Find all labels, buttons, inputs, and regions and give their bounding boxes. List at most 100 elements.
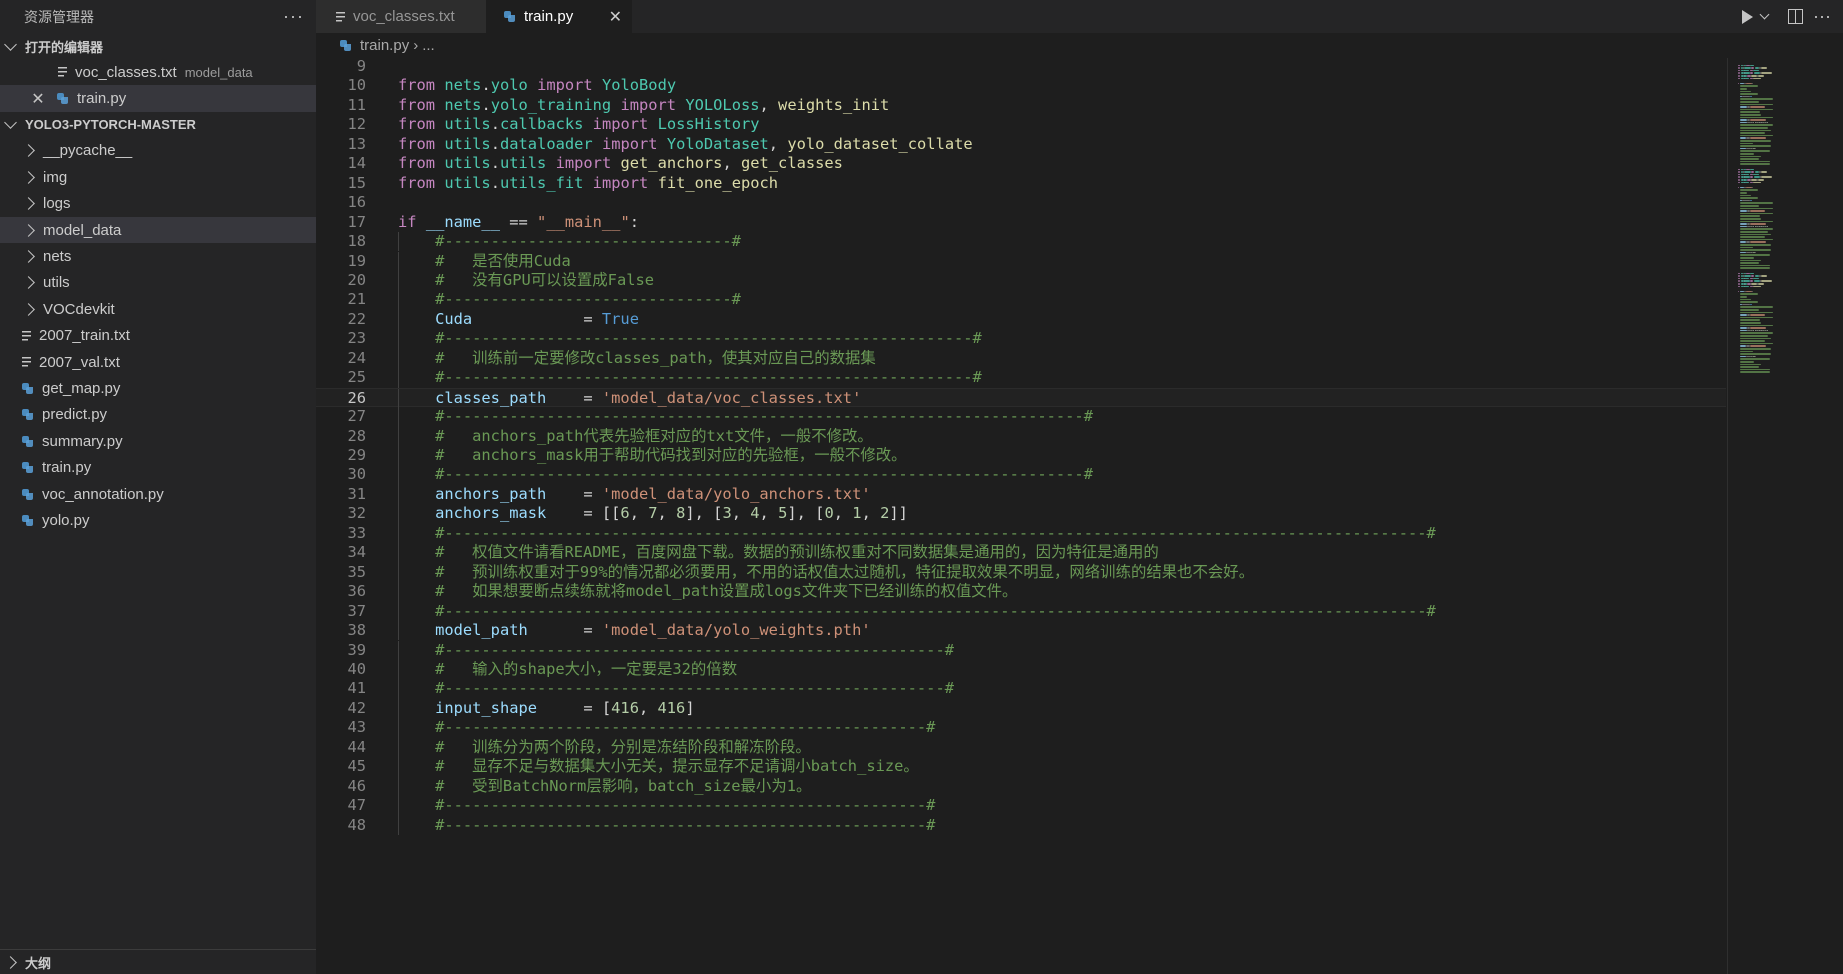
token-cmt: #---------------------------------------… bbox=[435, 601, 1436, 620]
minimap[interactable] bbox=[1738, 58, 1833, 458]
code-line[interactable]: 41 #------------------------------------… bbox=[316, 679, 1726, 699]
close-tab-icon[interactable]: ✕ bbox=[609, 7, 622, 27]
open-editor-train[interactable]: ✕ train.py bbox=[0, 85, 316, 112]
code-line[interactable]: 14 from utils.utils import get_anchors, g… bbox=[316, 154, 1726, 173]
breadcrumb-file[interactable]: train.py bbox=[360, 37, 409, 54]
code-line[interactable]: 42 input_shape = [416, 416] bbox=[316, 698, 1726, 719]
code-line[interactable]: 10 from nets.yolo import YoloBody bbox=[316, 76, 1726, 95]
code-line[interactable]: 18 #-------------------------------# bbox=[316, 232, 1726, 252]
file-voc-annotation-py[interactable]: voc_annotation.py bbox=[0, 481, 316, 507]
folder-vocdevkit[interactable]: VOCdevkit bbox=[0, 296, 316, 322]
code-line[interactable]: 26 classes_path = 'model_data/voc_classe… bbox=[316, 387, 1726, 409]
code-line[interactable]: 39 #------------------------------------… bbox=[316, 640, 1726, 660]
folder-utils[interactable]: utils bbox=[0, 270, 316, 296]
file-train-py[interactable]: train.py bbox=[0, 454, 316, 480]
code-line[interactable]: 16 bbox=[316, 193, 1726, 212]
code-line[interactable]: 38 model_path = 'model_data/yolo_weights… bbox=[316, 621, 1726, 641]
tab-train[interactable]: train.py ✕ bbox=[486, 0, 632, 33]
file-2007-train-txt[interactable]: 2007_train.txt bbox=[0, 323, 316, 349]
file-summary-py[interactable]: summary.py bbox=[0, 428, 316, 454]
minimap-line bbox=[1738, 186, 1740, 189]
code-line[interactable]: 9 bbox=[316, 58, 1726, 76]
code-line[interactable]: 33 #------------------------------------… bbox=[316, 523, 1726, 544]
code-line[interactable]: 19 # 是否使用Cuda bbox=[316, 251, 1726, 271]
token-fn: get_anchors bbox=[620, 154, 723, 173]
folder-logs[interactable]: logs bbox=[0, 191, 316, 217]
minimap-line bbox=[1740, 319, 1760, 321]
code-text: #---------------------------------------… bbox=[398, 524, 1436, 543]
folder-model-data[interactable]: model_data bbox=[0, 216, 316, 244]
minimap-line bbox=[1753, 277, 1760, 280]
minimap-line bbox=[1738, 179, 1741, 181]
close-icon[interactable]: ✕ bbox=[29, 89, 47, 109]
code-line[interactable]: 37 #------------------------------------… bbox=[316, 601, 1726, 622]
folder--pycache-[interactable]: __pycache__ bbox=[0, 138, 316, 164]
code-text: from utils.callbacks import LossHistory bbox=[398, 115, 760, 134]
minimap-line bbox=[1740, 90, 1751, 93]
more-actions-icon[interactable]: ··· bbox=[283, 6, 304, 27]
line-number: 33 bbox=[347, 523, 366, 542]
minimap-line bbox=[1740, 212, 1774, 215]
code-line[interactable]: 21 #-------------------------------# bbox=[316, 290, 1726, 310]
code-line[interactable]: 29 # anchors_mask用于帮助代码找到对应的先验框，一般不修改。 bbox=[316, 446, 1726, 466]
code-line[interactable]: 44 # 训练分为两个阶段，分别是冻结阶段和解冻阶段。 bbox=[316, 737, 1726, 758]
code-line[interactable]: 13 from utils.dataloader import YoloDatas… bbox=[316, 135, 1726, 154]
code-line[interactable]: 23 #------------------------------------… bbox=[316, 329, 1726, 349]
tab-voc-classes[interactable]: voc_classes.txt bbox=[316, 0, 486, 33]
code-line[interactable]: 22 Cuda = True bbox=[316, 309, 1726, 330]
minimap-line bbox=[1740, 267, 1770, 269]
code-line[interactable]: 11 from nets.yolo_training import YOLOLos… bbox=[316, 96, 1726, 115]
code-line[interactable]: 12 from utils.callbacks import LossHistor… bbox=[316, 115, 1726, 134]
open-editors-section[interactable]: 打开的编辑器 bbox=[0, 33, 316, 59]
code-text: #---------------------------------------… bbox=[398, 368, 982, 387]
code-text: # 受到BatchNorm层影响，batch_size最小为1。 bbox=[398, 777, 811, 796]
code-line[interactable]: 31 anchors_path = 'model_data/yolo_ancho… bbox=[316, 484, 1726, 505]
code-line[interactable]: 47 #------------------------------------… bbox=[316, 796, 1726, 816]
code-line[interactable]: 17 if __name__ == "__main__": bbox=[316, 213, 1726, 232]
code-line[interactable]: 15 from utils.utils_fit import fit_one_ep… bbox=[316, 174, 1726, 193]
minimap-line bbox=[1740, 207, 1773, 210]
outline-section[interactable]: 大纲 bbox=[0, 949, 316, 974]
folder-img[interactable]: img bbox=[0, 164, 316, 190]
line-number: 23 bbox=[347, 329, 366, 348]
token-str: 'model_data/yolo_weights.pth' bbox=[601, 621, 871, 640]
token-num: 0 bbox=[824, 504, 834, 523]
code-line[interactable]: 20 # 没有GPU可以设置成False bbox=[316, 270, 1726, 291]
chevron-down-icon[interactable] bbox=[1759, 9, 1770, 20]
code-line[interactable]: 36 # 如果想要断点续练就将model_path设置成logs文件夹下已经训练… bbox=[316, 582, 1726, 602]
file-yolo-py[interactable]: yolo.py bbox=[0, 507, 316, 533]
code-line[interactable]: 25 #------------------------------------… bbox=[316, 368, 1726, 388]
project-section[interactable]: YOLO3-PYTORCH-MASTER bbox=[0, 112, 316, 138]
code-line[interactable]: 27 #------------------------------------… bbox=[316, 407, 1726, 427]
more-actions-icon[interactable]: ··· bbox=[1813, 6, 1831, 27]
code-line[interactable]: 46 # 受到BatchNorm层影响，batch_size最小为1。 bbox=[316, 776, 1726, 797]
minimap-line bbox=[1740, 205, 1760, 207]
code-line[interactable]: 35 # 预训练权重对于99%的情况都必须要用，不用的话权值太过随机，特征提取效… bbox=[316, 562, 1726, 583]
code-line[interactable]: 40 # 输入的shape大小，一定要是32的倍数 bbox=[316, 659, 1726, 680]
code-line[interactable]: 28 # anchors_path代表先验框对应的txt文件，一般不修改。 bbox=[316, 426, 1726, 446]
folder-nets[interactable]: nets bbox=[0, 243, 316, 269]
minimap-line bbox=[1738, 77, 1741, 80]
code-line[interactable]: 30 #------------------------------------… bbox=[316, 465, 1726, 485]
code-line[interactable]: 45 # 显存不足与数据集大小无关，提示显存不足请调小batch_size。 bbox=[316, 757, 1726, 777]
code-editor[interactable]: 9 10 from nets.yolo import YoloBody 11 from … bbox=[316, 58, 1843, 974]
code-line[interactable]: 43 #------------------------------------… bbox=[316, 718, 1726, 738]
code-line[interactable]: 24 # 训练前一定要修改classes_path，使其对应自己的数据集 bbox=[316, 348, 1726, 369]
file-get-map-py[interactable]: get_map.py bbox=[0, 375, 316, 401]
file-2007-val-txt[interactable]: 2007_val.txt bbox=[0, 349, 316, 375]
code-line[interactable]: 32 anchors_mask = [[6, 7, 8], [3, 4, 5],… bbox=[316, 504, 1726, 524]
minimap-line bbox=[1753, 173, 1760, 176]
open-editor-voc-classes[interactable]: voc_classes.txt model_data bbox=[0, 59, 316, 85]
file-predict-py[interactable]: predict.py bbox=[0, 402, 316, 428]
minimap-line bbox=[1740, 189, 1759, 191]
code-line[interactable]: 48 #------------------------------------… bbox=[316, 815, 1726, 835]
breadcrumb-symbol[interactable]: ... bbox=[422, 37, 435, 54]
minimap-line bbox=[1767, 225, 1769, 228]
code-text: from utils.dataloader import YoloDataset… bbox=[398, 135, 973, 154]
code-line[interactable]: 34 # 权值文件请看README，百度网盘下载。数据的预训练权重对不同数据集是… bbox=[316, 543, 1726, 563]
run-icon[interactable] bbox=[1742, 9, 1754, 24]
split-editor-icon[interactable] bbox=[1788, 9, 1804, 24]
